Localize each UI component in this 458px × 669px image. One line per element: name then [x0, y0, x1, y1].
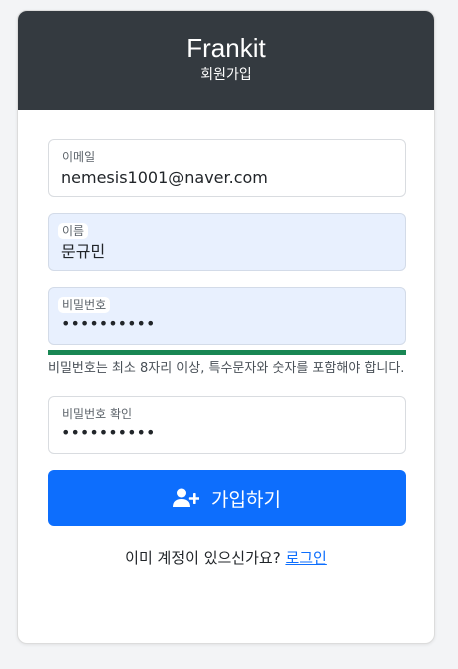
signup-card: Frankit 회원가입 이메일 nemesis1001@naver.com 이…: [17, 10, 435, 644]
password-field[interactable]: 비밀번호 ••••••••••: [48, 287, 406, 345]
login-prompt-text: 이미 계정이 있으신가요?: [125, 549, 281, 567]
name-label: 이름: [58, 223, 89, 239]
password-confirm-label: 비밀번호 확인: [62, 407, 133, 421]
signup-button[interactable]: 가입하기: [48, 470, 406, 526]
password-confirm-field[interactable]: 비밀번호 확인 ••••••••••: [48, 396, 406, 454]
email-label: 이메일: [62, 150, 96, 164]
signup-button-label: 가입하기: [211, 489, 281, 511]
form-body: 이메일 nemesis1001@naver.com 이름 문규민 비밀번호 ••…: [18, 110, 434, 568]
password-strength-bar: [48, 350, 406, 355]
password-confirm-value[interactable]: ••••••••••: [61, 423, 155, 443]
user-plus-icon: [173, 488, 200, 507]
email-value[interactable]: nemesis1001@naver.com: [61, 168, 268, 188]
password-value[interactable]: ••••••••••: [61, 314, 155, 334]
password-hint: 비밀번호는 최소 8자리 이상, 특수문자와 숫자를 포함해야 합니다.: [48, 361, 405, 376]
name-field[interactable]: 이름 문규민: [48, 213, 406, 271]
email-field[interactable]: 이메일 nemesis1001@naver.com: [48, 139, 406, 197]
page-subtitle: 회원가입: [200, 67, 252, 83]
brand-title: Frankit: [186, 33, 266, 63]
name-value[interactable]: 문규민: [61, 242, 105, 262]
login-link[interactable]: 로그인: [285, 549, 326, 567]
card-header: Frankit 회원가입: [18, 11, 434, 110]
login-prompt-row: 이미 계정이 있으신가요? 로그인: [48, 548, 404, 568]
password-label: 비밀번호: [58, 297, 111, 313]
